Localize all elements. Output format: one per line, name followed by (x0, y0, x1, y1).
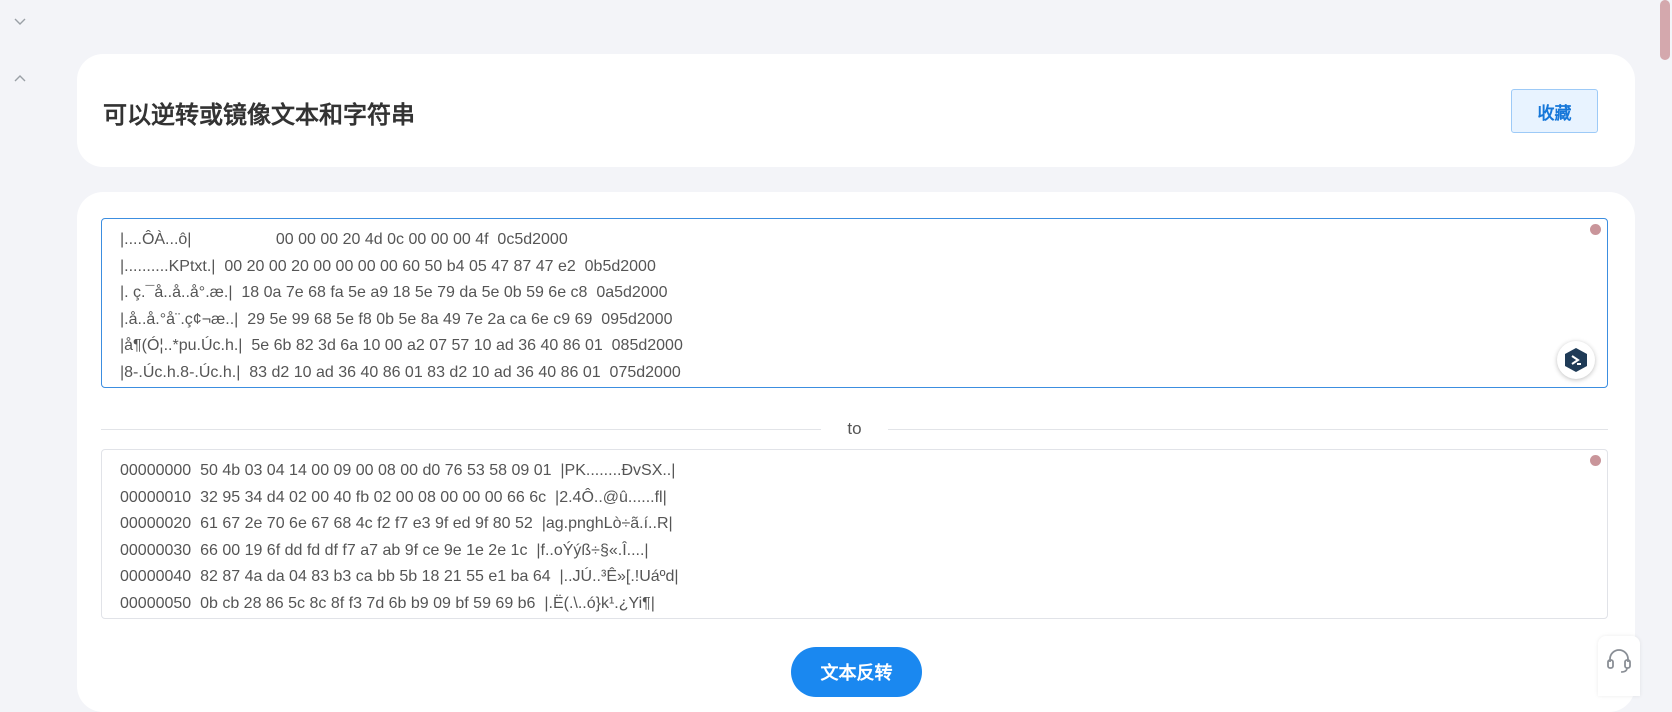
divider: to (101, 419, 1608, 439)
output-textarea[interactable]: 00000000 50 4b 03 04 14 00 09 00 08 00 d… (101, 449, 1608, 619)
input-line: |å¶(Ó¦..*pu.Úc.h.| 5e 6b 82 3d 6a 10 00 … (120, 337, 683, 354)
input-line: |8-.Úc.h.8-.Úc.h.| 83 d2 10 ad 36 40 86 … (120, 363, 681, 381)
input-lines: |....ÔÀ...ô| 00 00 00 20 4d 0c 00 00 00 … (120, 227, 1567, 386)
tool-card: |....ÔÀ...ô| 00 00 00 20 4d 0c 00 00 00 … (77, 192, 1635, 712)
favorite-button[interactable]: 收藏 (1511, 89, 1598, 133)
input-line: |..........KPtxt.| 00 20 00 20 00 00 00 … (120, 257, 656, 275)
output-line: 00000030 66 00 19 6f dd fd df f7 a7 ab 9… (120, 541, 649, 559)
chevron-up-icon[interactable] (12, 72, 28, 88)
input-line: |. ç.¯å..å..å°.æ.| 18 0a 7e 68 fa 5e a9 … (120, 284, 668, 301)
chevron-down-icon[interactable] (12, 14, 28, 30)
input-line: |.å..å.°å¨.ç¢¬æ..| 29 5e 99 68 5e f8 0b … (120, 310, 673, 328)
divider-line (888, 429, 1608, 430)
output-line: 00000050 0b cb 28 86 5c 8c 8f f3 7d 6b b… (120, 594, 655, 612)
headset-icon[interactable] (1598, 636, 1640, 696)
page-scrollbar-thumb[interactable] (1660, 0, 1670, 60)
output-line: 00000000 50 4b 03 04 14 00 09 00 08 00 d… (120, 462, 676, 479)
scrollbar-thumb[interactable] (1590, 224, 1601, 235)
output-line: 00000010 32 95 34 d4 02 00 40 fb 02 00 0… (120, 488, 667, 506)
page-title: 可以逆转或镜像文本和字符串 (103, 101, 415, 129)
assistant-icon[interactable] (1557, 341, 1595, 379)
divider-label: to (847, 419, 862, 438)
output-lines: 00000000 50 4b 03 04 14 00 09 00 08 00 d… (120, 458, 1567, 617)
input-textarea[interactable]: |....ÔÀ...ô| 00 00 00 20 4d 0c 00 00 00 … (101, 218, 1608, 388)
reverse-text-button[interactable]: 文本反转 (791, 647, 922, 697)
divider-line (101, 429, 821, 430)
scrollbar-thumb[interactable] (1590, 455, 1601, 466)
output-line: 00000040 82 87 4a da 04 83 b3 ca bb 5b 1… (120, 568, 679, 585)
header-card: 可以逆转或镜像文本和字符串 收藏 (77, 54, 1635, 167)
output-line: 00000020 61 67 2e 70 6e 67 68 4c f2 f7 e… (120, 515, 673, 532)
input-line: |....ÔÀ...ô| 00 00 00 20 4d 0c 00 00 00 … (120, 231, 568, 248)
left-rail (0, 0, 60, 698)
